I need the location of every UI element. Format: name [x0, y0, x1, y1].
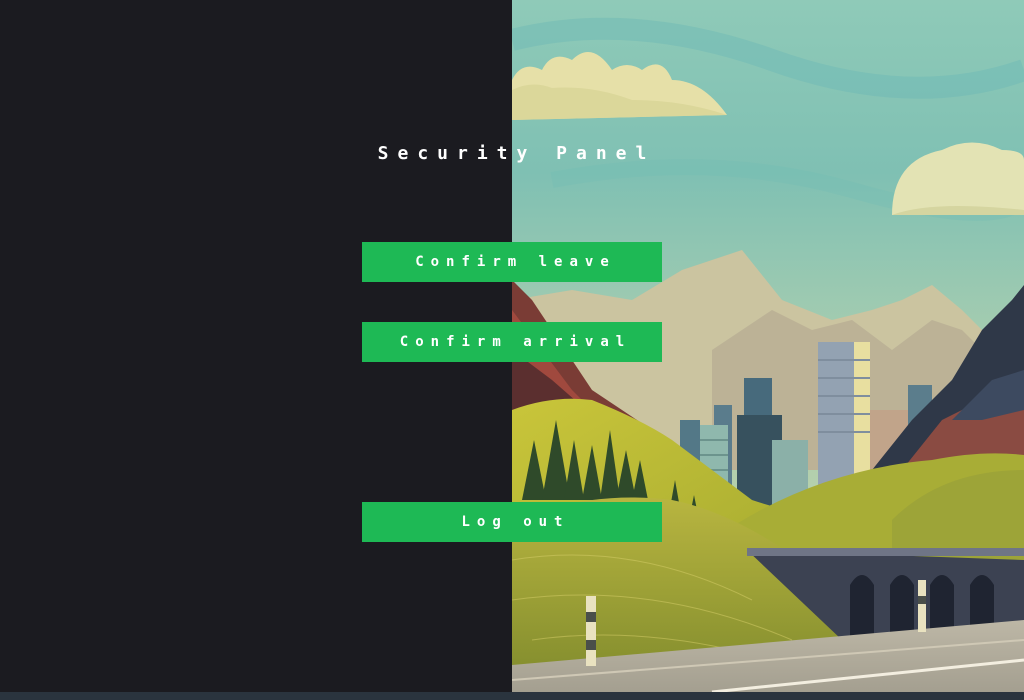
confirm-leave-button[interactable]: Confirm leave: [362, 242, 662, 282]
bottom-edge-bar: [0, 692, 1024, 700]
confirm-arrival-button[interactable]: Confirm arrival: [362, 322, 662, 362]
security-panel-screen: Security Panel Confirm leave Confirm arr…: [0, 0, 1024, 700]
log-out-button[interactable]: Log out: [362, 502, 662, 542]
page-title: Security Panel: [377, 143, 656, 164]
